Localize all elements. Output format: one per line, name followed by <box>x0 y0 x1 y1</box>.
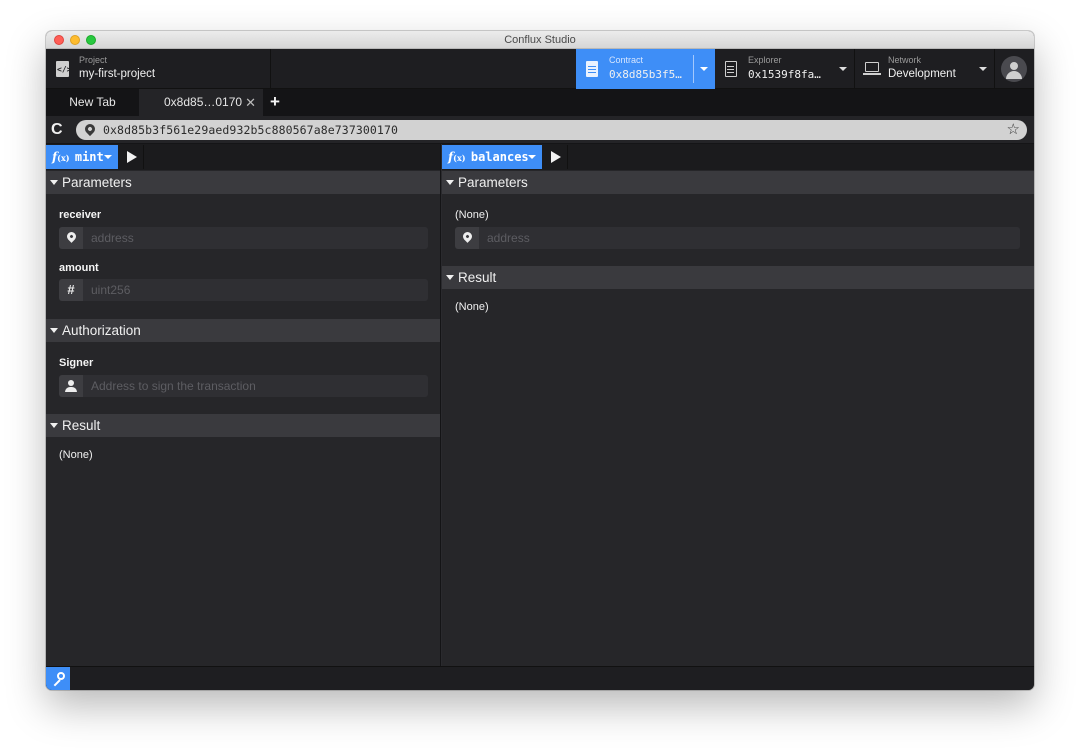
parameters-section-header[interactable]: Parameters <box>442 171 1034 194</box>
function-name: mint <box>74 150 104 164</box>
explorer-selector[interactable]: Explorer 0x1539f8fa… <box>715 49 855 89</box>
left-function-pane: f(x) mint Parameters receiver amount # A… <box>46 144 441 666</box>
pin-icon <box>455 227 479 249</box>
signer-input-group <box>59 375 428 397</box>
signer-label: Signer <box>59 357 94 369</box>
section-title: Parameters <box>62 175 132 190</box>
location-pin-icon <box>82 121 98 137</box>
tab-new-tab[interactable]: New Tab <box>46 89 139 116</box>
network-label: Network <box>888 55 922 65</box>
section-title: Authorization <box>62 323 141 338</box>
result-section-header[interactable]: Result <box>46 414 440 437</box>
function-selector-balances[interactable]: f(x) balances <box>442 145 542 169</box>
collapse-caret-icon <box>446 275 454 280</box>
amount-input-group: # <box>59 279 428 301</box>
collapse-caret-icon <box>50 328 58 333</box>
result-section-header[interactable]: Result <box>442 266 1034 289</box>
function-toolbar: f(x) mint <box>46 144 440 170</box>
window-title: Conflux Studio <box>504 34 576 46</box>
close-tab-icon[interactable]: ✕ <box>245 89 256 116</box>
explorer-document-icon <box>725 61 737 77</box>
amount-input[interactable] <box>83 279 428 301</box>
collapse-caret-icon <box>50 423 58 428</box>
contract-address: 0x8d85b3f5… <box>609 68 682 81</box>
network-name: Development <box>888 68 956 80</box>
star-icon[interactable]: ☆ <box>1007 120 1020 140</box>
address-input[interactable]: 0x8d85b3f561e29aed932b5c880567a8e7373001… <box>76 120 1027 140</box>
address-param-input[interactable] <box>479 227 1020 249</box>
explorer-label: Explorer <box>748 55 782 65</box>
authorization-section-header[interactable]: Authorization <box>46 319 440 342</box>
network-dropdown-caret-icon[interactable] <box>979 67 987 71</box>
function-selector-mint[interactable]: f(x) mint <box>46 145 118 169</box>
section-title: Result <box>458 270 497 285</box>
top-navbar: </> Project my-first-project Contract 0x… <box>46 49 1034 89</box>
function-dropdown-caret-icon <box>104 155 112 159</box>
title-bar: Conflux Studio <box>46 31 1034 49</box>
reload-icon[interactable]: C <box>51 121 63 139</box>
tab-label: 0x8d85…0170 <box>164 95 243 109</box>
function-icon: f(x) <box>52 150 70 164</box>
right-function-pane: f(x) balances Parameters (None) Result (… <box>442 144 1034 666</box>
user-avatar[interactable] <box>1001 56 1027 82</box>
collapse-caret-icon <box>446 180 454 185</box>
add-tab-button[interactable]: + <box>270 89 280 116</box>
user-icon <box>59 375 83 397</box>
function-name: balances <box>470 150 529 164</box>
contract-document-icon <box>586 61 598 77</box>
result-value: (None) <box>455 301 489 313</box>
project-label: Project <box>79 55 108 65</box>
key-icon[interactable] <box>46 667 70 690</box>
param-label-receiver: receiver <box>59 209 102 221</box>
address-input-group <box>455 227 1020 249</box>
receiver-input-group <box>59 227 428 249</box>
explorer-address: 0x1539f8fa… <box>748 68 821 81</box>
status-bar <box>46 666 1034 690</box>
network-selector[interactable]: Network Development <box>855 49 995 89</box>
tab-strip: New Tab 0x8d85…0170 ✕ + <box>46 89 1034 116</box>
pin-icon <box>59 227 83 249</box>
contract-label: Contract <box>609 55 644 65</box>
project-name: my-first-project <box>79 68 156 80</box>
explorer-dropdown-caret-icon[interactable] <box>839 67 847 71</box>
execute-play-button[interactable] <box>542 145 568 169</box>
tab-label: New Tab <box>69 95 116 109</box>
result-value: (None) <box>59 449 93 461</box>
parameters-section-header[interactable]: Parameters <box>46 171 440 194</box>
tab-contract[interactable]: 0x8d85…0170 ✕ <box>139 89 263 116</box>
function-dropdown-caret-icon <box>528 155 536 159</box>
app-window: Conflux Studio </> Project my-first-proj… <box>46 31 1034 690</box>
section-title: Parameters <box>458 175 528 190</box>
address-value: 0x8d85b3f561e29aed932b5c880567a8e7373001… <box>103 123 398 137</box>
contract-selector[interactable]: Contract 0x8d85b3f5… <box>576 49 715 89</box>
code-file-icon: </> <box>56 61 71 77</box>
param-label: (None) <box>455 209 489 221</box>
execute-play-button[interactable] <box>118 145 144 169</box>
hash-icon: # <box>59 279 83 301</box>
contract-dropdown-caret-icon[interactable] <box>700 67 708 71</box>
signer-input[interactable] <box>83 375 428 397</box>
project-selector[interactable]: </> Project my-first-project <box>46 49 271 89</box>
address-bar: C 0x8d85b3f561e29aed932b5c880567a8e73730… <box>46 116 1034 144</box>
collapse-caret-icon <box>50 180 58 185</box>
laptop-icon <box>865 62 879 72</box>
receiver-input[interactable] <box>83 227 428 249</box>
param-label-amount: amount <box>59 262 99 274</box>
section-title: Result <box>62 418 101 433</box>
function-icon: f(x) <box>448 150 466 164</box>
function-toolbar: f(x) balances <box>442 144 1034 170</box>
